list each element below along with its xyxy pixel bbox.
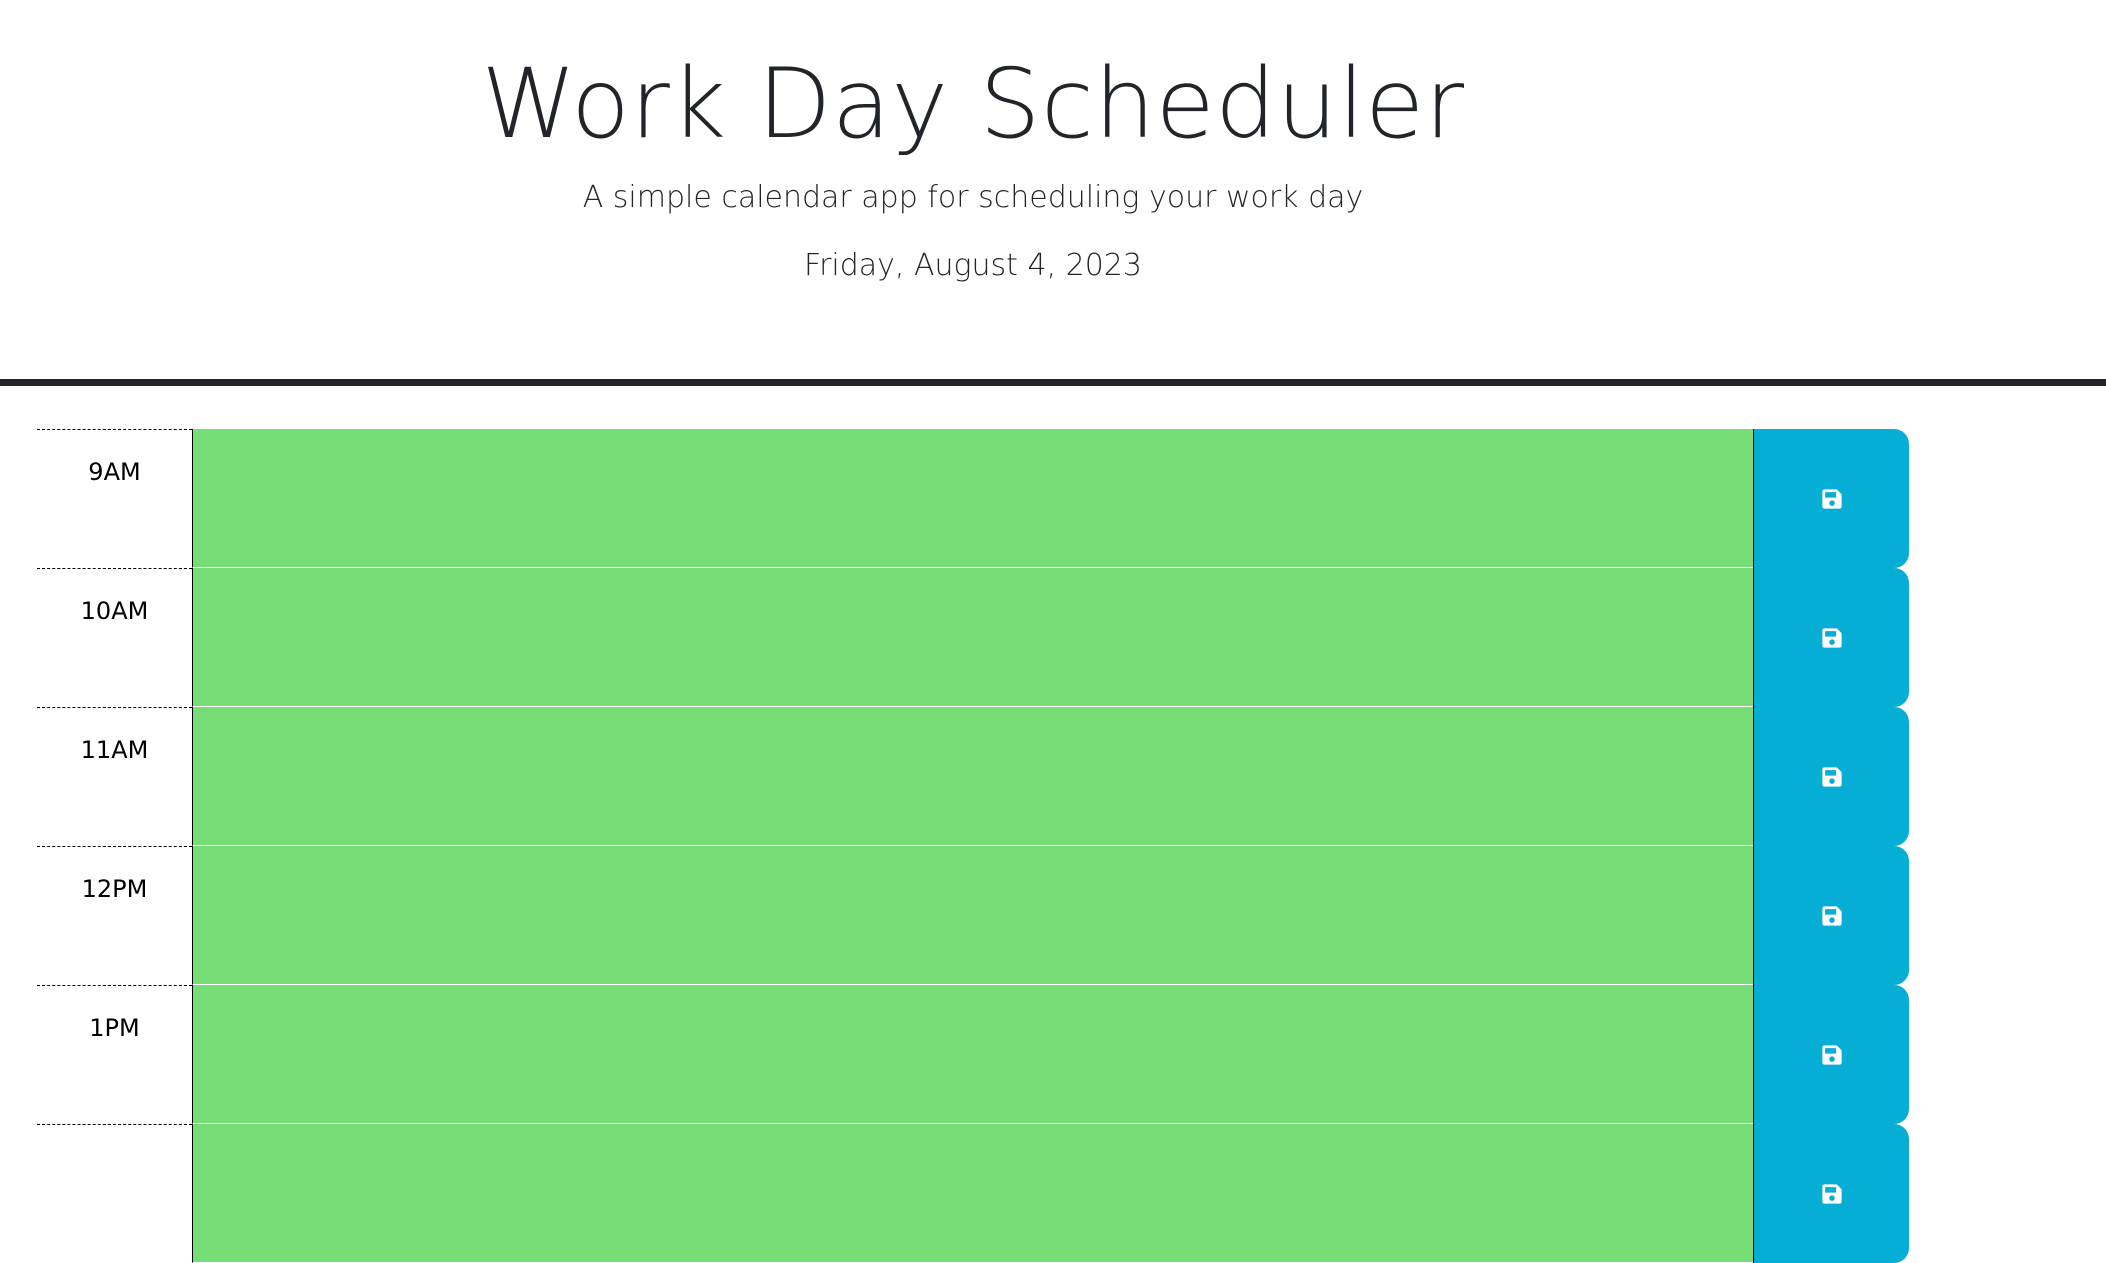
schedule-container: 9AM 10AM 11AM 12PM 1PM [37, 429, 1909, 1263]
hour-label: 11AM [37, 707, 192, 846]
save-icon [1821, 488, 1842, 509]
time-block-11am: 11AM [37, 707, 1909, 846]
save-icon [1821, 1044, 1842, 1065]
save-button[interactable] [1753, 985, 1909, 1124]
page-subtitle: A simple calendar app for scheduling you… [582, 180, 1364, 215]
page-title: Work Day Scheduler [481, 48, 1465, 160]
time-block-1pm: 1PM [37, 985, 1909, 1124]
save-icon [1821, 1183, 1842, 1204]
save-icon [1821, 766, 1842, 787]
save-icon [1821, 627, 1842, 648]
save-button[interactable] [1753, 707, 1909, 846]
save-button[interactable] [1753, 846, 1909, 985]
save-button[interactable] [1753, 429, 1909, 568]
event-description-input[interactable] [192, 846, 1753, 985]
event-description-input[interactable] [192, 568, 1753, 707]
hour-label: 9AM [37, 429, 192, 568]
time-block-9am: 9AM [37, 429, 1909, 568]
event-description-input[interactable] [192, 707, 1753, 846]
save-button[interactable] [1753, 568, 1909, 707]
save-icon [1821, 905, 1842, 926]
current-day: Friday, August 4, 2023 [804, 248, 1142, 283]
time-block-12pm: 12PM [37, 846, 1909, 985]
event-description-input[interactable] [192, 985, 1753, 1124]
time-block-10am: 10AM [37, 568, 1909, 707]
hour-label: 10AM [37, 568, 192, 707]
event-description-input[interactable] [192, 429, 1753, 568]
hour-label: 1PM [37, 985, 192, 1124]
hour-label: 12PM [37, 846, 192, 985]
page-header: Work Day Scheduler A simple calendar app… [0, 0, 2106, 386]
